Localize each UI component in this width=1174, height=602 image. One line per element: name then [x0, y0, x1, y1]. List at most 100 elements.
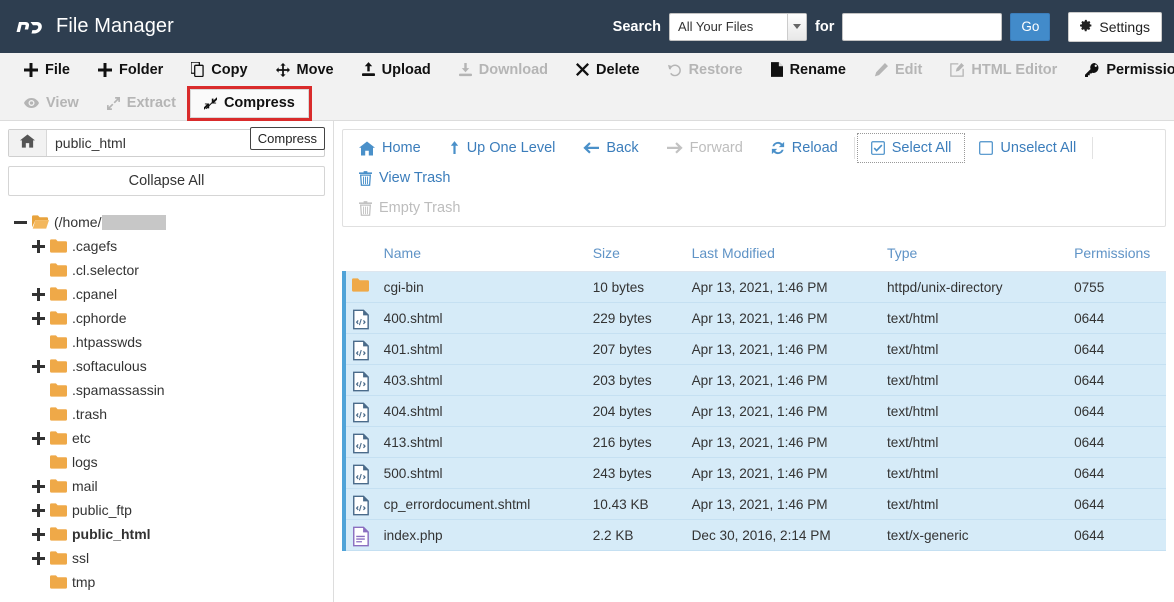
html-file-icon: [342, 333, 378, 365]
path-home-button[interactable]: [9, 130, 47, 156]
tree-node[interactable]: .cl.selector: [8, 258, 325, 282]
toolbar-button-label: HTML Editor: [971, 61, 1058, 78]
toolbar-button-label: Upload: [381, 61, 431, 78]
column-header-type[interactable]: Type: [880, 237, 1069, 272]
expand-icon[interactable]: [32, 503, 45, 517]
toolbar-button-copy[interactable]: Copy: [177, 55, 261, 84]
expand-icon[interactable]: [32, 479, 45, 493]
tree-node-label: logs: [72, 454, 98, 470]
nav-button-back[interactable]: Back: [569, 133, 652, 163]
toolbar-button-folder[interactable]: Folder: [84, 55, 177, 84]
cell-modified: Apr 13, 2021, 1:46 PM: [691, 434, 828, 450]
table-row[interactable]: 413.shtml 216 bytes Apr 13, 2021, 1:46 PM t…: [342, 426, 1166, 458]
search-scope-select[interactable]: All Your Files: [669, 12, 808, 41]
tree-node[interactable]: ssl: [8, 546, 325, 570]
column-header-permissions[interactable]: Permissions: [1068, 237, 1166, 272]
expand-icon[interactable]: [32, 239, 45, 253]
table-row[interactable]: 403.shtml 203 bytes Apr 13, 2021, 1:46 PM t…: [342, 364, 1166, 396]
tree-node[interactable]: tmp: [8, 570, 325, 594]
tree-node[interactable]: .softaculous: [8, 354, 325, 378]
column-header-size[interactable]: Size: [586, 237, 686, 272]
tree-node[interactable]: .trash: [8, 402, 325, 426]
expand-icon[interactable]: [32, 311, 45, 325]
nav-button-select-all[interactable]: Select All: [856, 133, 966, 163]
cell-permissions: 0644: [1074, 403, 1105, 419]
search-go-button[interactable]: Go: [1010, 12, 1051, 41]
column-header-last-modified[interactable]: Last Modified: [685, 237, 881, 272]
table-row[interactable]: 400.shtml 229 bytes Apr 13, 2021, 1:46 PM t…: [342, 302, 1166, 334]
toolbar-button-view: View: [10, 89, 93, 118]
cell-size: 229 bytes: [592, 310, 652, 326]
toolbar-button-extract: Extract: [93, 89, 190, 118]
toolbar-button-html-editor: HTML Editor: [936, 55, 1071, 84]
html-file-icon: [342, 457, 378, 489]
cell-name[interactable]: index.php: [378, 520, 587, 551]
expand-icon[interactable]: [32, 287, 45, 301]
table-row[interactable]: 401.shtml 207 bytes Apr 13, 2021, 1:46 PM t…: [342, 333, 1166, 365]
tree-node[interactable]: .cphorde: [8, 306, 325, 330]
tree-node[interactable]: mail: [8, 474, 325, 498]
collapse-icon[interactable]: [14, 216, 27, 229]
toolbar-button-delete[interactable]: Delete: [562, 55, 654, 84]
cell-name[interactable]: cgi-bin: [378, 272, 587, 303]
cell-name[interactable]: cp_errordocument.shtml: [378, 489, 587, 520]
toolbar-button-move[interactable]: Move: [262, 55, 348, 84]
expand-icon[interactable]: [32, 431, 45, 445]
cell-modified: Apr 13, 2021, 1:46 PM: [691, 279, 828, 295]
tree-node[interactable]: etc: [8, 426, 325, 450]
path-bar: Compress: [8, 127, 325, 157]
upload-icon: [361, 62, 375, 77]
tree-node[interactable]: .htpasswds: [8, 330, 325, 354]
nav-button-unselect-all[interactable]: Unselect All: [965, 133, 1090, 163]
tree-node[interactable]: logs: [8, 450, 325, 474]
nav-button-up-one-level[interactable]: Up One Level: [435, 133, 570, 163]
tree-node[interactable]: public_ftp: [8, 498, 325, 522]
toolbar-button-rename[interactable]: Rename: [757, 55, 860, 84]
cell-permissions: 0644: [1074, 434, 1105, 450]
html-editor-icon: [950, 62, 965, 77]
collapse-all-button[interactable]: Collapse All: [8, 166, 325, 196]
column-header-name[interactable]: Name: [377, 237, 587, 272]
table-row[interactable]: cp_errordocument.shtml 10.43 KB Apr 13, 20…: [342, 488, 1166, 520]
expand-icon[interactable]: [32, 551, 45, 565]
toolbar-button-label: Extract: [126, 95, 176, 111]
chevron-down-icon[interactable]: [787, 13, 807, 40]
tree-node[interactable]: .cpanel: [8, 282, 325, 306]
cell-type: text/html: [886, 310, 939, 326]
main-toolbar: File Folder Copy Move Upload Download Delete Re…: [0, 53, 1174, 121]
table-row[interactable]: 500.shtml 243 bytes Apr 13, 2021, 1:46 PM t…: [342, 457, 1166, 489]
folder-icon: [50, 455, 67, 469]
tree-node[interactable]: (/home/: [8, 210, 325, 234]
table-row[interactable]: cgi-bin 10 bytes Apr 13, 2021, 1:46 PM http…: [342, 271, 1166, 303]
pencil-icon: [874, 62, 888, 77]
cell-name[interactable]: 404.shtml: [378, 396, 587, 427]
toolbar-button-label: Folder: [118, 61, 164, 78]
cell-name[interactable]: 401.shtml: [378, 334, 587, 365]
cell-name[interactable]: 500.shtml: [378, 458, 587, 489]
tree-node[interactable]: .cagefs: [8, 234, 325, 258]
search-input[interactable]: [842, 12, 1003, 41]
tree-node[interactable]: public_html: [8, 522, 325, 546]
table-row[interactable]: index.php 2.2 KB Dec 30, 2016, 2:14 PM text…: [342, 519, 1166, 551]
tree-node[interactable]: .spamassassin: [8, 378, 325, 402]
toolbar-button-file[interactable]: File: [10, 55, 84, 84]
cell-name[interactable]: 400.shtml: [378, 303, 587, 334]
cell-name[interactable]: 413.shtml: [378, 427, 587, 458]
nav-button-view-trash[interactable]: View Trash: [345, 163, 464, 193]
cell-name[interactable]: 403.shtml: [378, 365, 587, 396]
tree-node-label: .htpasswds: [72, 334, 143, 350]
gear-icon: [1080, 19, 1093, 35]
toolbar-button-upload[interactable]: Upload: [348, 55, 445, 84]
toolbar-button-compress[interactable]: Compress: [189, 88, 309, 118]
settings-button[interactable]: Settings: [1068, 11, 1162, 42]
expand-icon[interactable]: [32, 527, 45, 541]
nav-button-reload[interactable]: Reload: [757, 133, 852, 163]
nav-divider: [1092, 137, 1094, 159]
expand-icon[interactable]: [32, 359, 45, 373]
toolbar-button-permissions[interactable]: Permissions: [1071, 55, 1174, 84]
folder-icon: [50, 239, 67, 253]
tree-node-label: public_ftp: [72, 502, 132, 518]
cell-modified: Apr 13, 2021, 1:46 PM: [691, 465, 828, 481]
table-row[interactable]: 404.shtml 204 bytes Apr 13, 2021, 1:46 PM t…: [342, 395, 1166, 427]
nav-button-home[interactable]: Home: [345, 133, 435, 163]
